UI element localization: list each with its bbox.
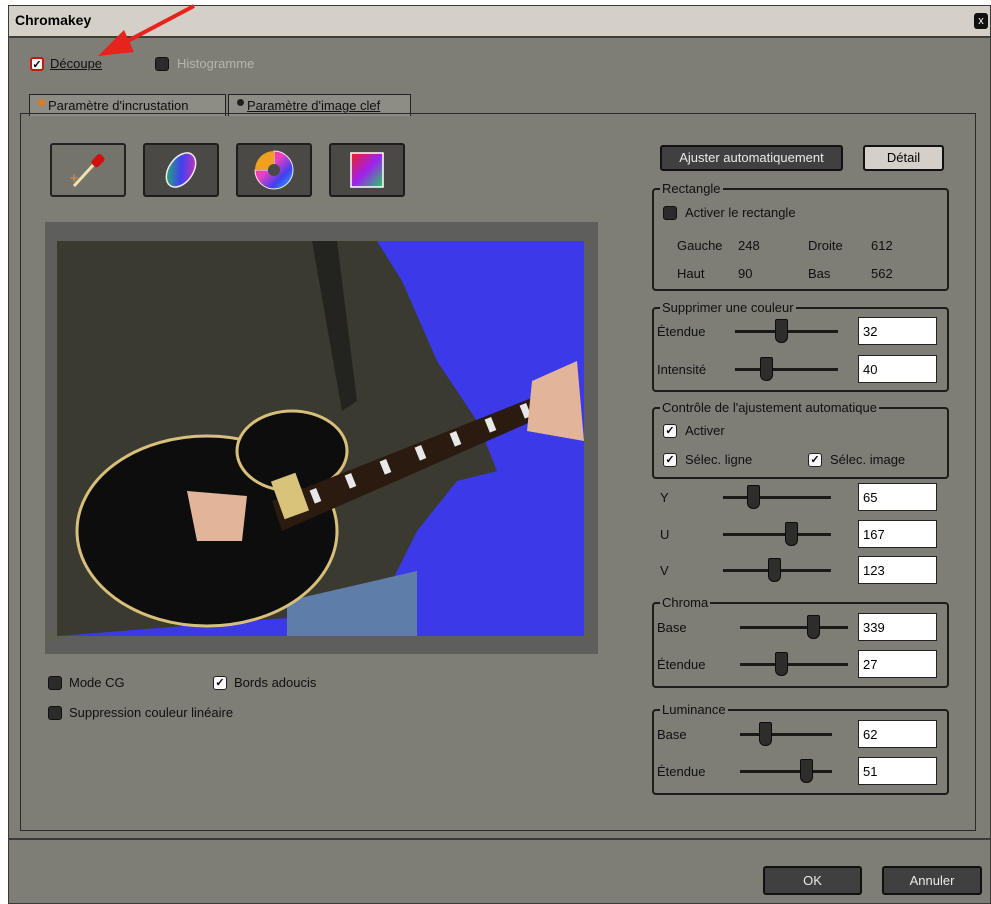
u-input[interactable] <box>858 520 937 548</box>
tab-label: Paramètre d'image clef <box>247 98 381 113</box>
color-ellipse-icon <box>165 152 197 188</box>
droite-label: Droite <box>808 238 843 253</box>
v-label: V <box>660 563 669 578</box>
luminance-etendue-slider[interactable] <box>740 770 832 773</box>
annotation-arrow-icon <box>98 4 195 56</box>
selec-ligne-checkbox[interactable]: ✓ <box>663 453 677 467</box>
slider-thumb[interactable] <box>775 319 789 343</box>
activer-rectangle-checkbox[interactable] <box>663 206 677 220</box>
supprimer-intensite-label: Intensité <box>657 362 707 377</box>
gauche-label: Gauche <box>677 238 723 253</box>
rectangle-group-title: Rectangle <box>660 181 723 197</box>
suppression-couleur-checkbox[interactable] <box>48 706 62 720</box>
window-title: Chromakey <box>15 12 92 28</box>
color-wheel-icon <box>254 150 294 190</box>
selec-image-checkbox[interactable]: ✓ <box>808 453 822 467</box>
bas-value: 562 <box>871 266 893 281</box>
eyedropper-tool-button[interactable] <box>50 143 126 197</box>
detail-button[interactable]: Détail <box>863 145 944 171</box>
ok-button[interactable]: OK <box>763 866 862 895</box>
v-input[interactable] <box>858 556 937 584</box>
eyedropper-icon <box>70 154 105 188</box>
luminance-etendue-label: Étendue <box>657 764 706 779</box>
slider-thumb[interactable] <box>807 615 821 639</box>
bords-adoucis-label: Bords adoucis <box>234 675 317 690</box>
chroma-etendue-slider[interactable] <box>740 663 848 666</box>
footer-divider <box>8 838 991 840</box>
controle-ajustement-title: Contrôle de l'ajustement automatique <box>660 400 879 416</box>
ajuster-automatiquement-button[interactable]: Ajuster automatiquement <box>660 145 843 171</box>
slider-thumb[interactable] <box>747 485 761 509</box>
u-label: U <box>660 527 670 542</box>
u-slider[interactable] <box>723 533 831 536</box>
color-ellipse-tool-button[interactable] <box>143 143 219 197</box>
supprimer-couleur-title: Supprimer une couleur <box>660 300 796 316</box>
suppression-couleur-label: Suppression couleur linéaire <box>69 705 234 720</box>
decoupe-checkbox[interactable]: ✓ <box>30 57 44 71</box>
supprimer-intensite-input[interactable] <box>858 355 937 383</box>
chroma-etendue-label: Étendue <box>657 657 706 672</box>
slider-thumb[interactable] <box>775 652 789 676</box>
supprimer-intensite-slider[interactable] <box>735 368 838 371</box>
color-square-tool-button[interactable] <box>329 143 405 197</box>
guitarist-photo <box>57 241 584 636</box>
close-icon[interactable]: x <box>974 13 988 29</box>
slider-thumb[interactable] <box>767 558 781 582</box>
haut-value: 90 <box>738 266 753 281</box>
slider-thumb[interactable] <box>759 357 773 381</box>
selec-ligne-label: Sélec. ligne <box>685 452 753 467</box>
chroma-etendue-input[interactable] <box>858 650 937 678</box>
gauche-value: 248 <box>738 238 760 253</box>
y-label: Y <box>660 490 669 505</box>
supprimer-etendue-input[interactable] <box>858 317 937 345</box>
activer-rectangle-label: Activer le rectangle <box>685 205 796 220</box>
luminance-etendue-input[interactable] <box>858 757 937 785</box>
chroma-base-slider[interactable] <box>740 626 848 629</box>
luminance-title: Luminance <box>660 702 728 718</box>
controle-ajustement-group: Contrôle de l'ajustement automatique <box>652 400 949 479</box>
tab-dot-icon <box>237 99 244 106</box>
luminance-base-label: Base <box>657 727 687 742</box>
chroma-title: Chroma <box>660 595 711 611</box>
mode-cg-label: Mode CG <box>69 675 125 690</box>
activer-label: Activer <box>685 423 725 438</box>
color-wheel-tool-button[interactable] <box>236 143 312 197</box>
haut-label: Haut <box>677 266 705 281</box>
luminance-base-input[interactable] <box>858 720 937 748</box>
slider-thumb[interactable] <box>758 722 772 746</box>
y-slider[interactable] <box>723 496 831 499</box>
bords-adoucis-checkbox[interactable]: ✓ <box>213 676 227 690</box>
slider-thumb[interactable] <box>785 522 799 546</box>
y-input[interactable] <box>858 483 937 511</box>
chroma-base-label: Base <box>657 620 687 635</box>
supprimer-etendue-label: Étendue <box>657 324 706 339</box>
activer-checkbox[interactable]: ✓ <box>663 424 677 438</box>
tab-dot-icon <box>38 99 45 106</box>
preview-image <box>57 241 584 636</box>
selec-image-label: Sélec. image <box>830 452 906 467</box>
bas-label: Bas <box>808 266 831 281</box>
chroma-base-input[interactable] <box>858 613 937 641</box>
slider-thumb[interactable] <box>800 759 814 783</box>
mode-cg-checkbox[interactable] <box>48 676 62 690</box>
annuler-button[interactable]: Annuler <box>882 866 982 895</box>
droite-value: 612 <box>871 238 893 253</box>
luminance-base-slider[interactable] <box>740 733 832 736</box>
tab-label: Paramètre d'incrustation <box>48 98 189 113</box>
color-square-icon <box>350 152 384 188</box>
